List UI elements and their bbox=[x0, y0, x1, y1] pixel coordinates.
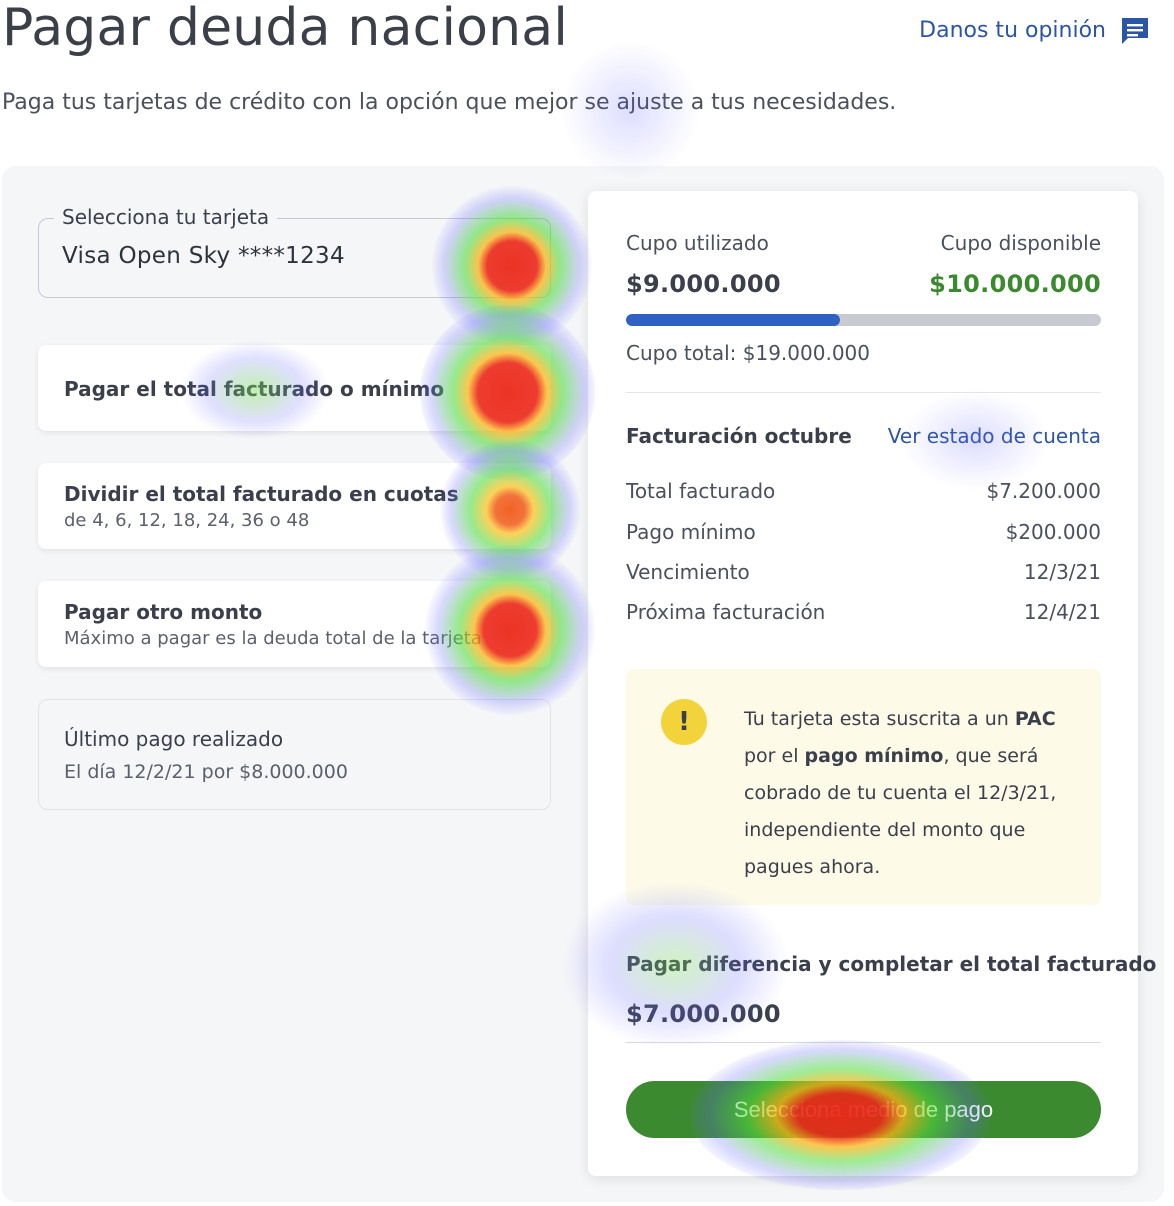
billing-row-label: Próxima facturación bbox=[626, 600, 826, 624]
page-title: Pagar deuda nacional bbox=[2, 0, 568, 58]
last-payment-detail: El día 12/2/21 por $8.000.000 bbox=[64, 761, 348, 783]
option-title: Pagar el total facturado o mínimo bbox=[64, 377, 445, 401]
statement-link[interactable]: Ver estado de cuenta bbox=[860, 424, 1101, 448]
billing-title: Facturación octubre bbox=[626, 424, 852, 448]
last-payment-title: Último pago realizado bbox=[64, 727, 284, 751]
option-title: Dividir el total facturado en cuotas bbox=[64, 482, 459, 506]
option-subtitle: Máximo a pagar es la deuda total de la t… bbox=[64, 628, 482, 649]
divider bbox=[626, 1042, 1101, 1043]
warning-icon: ! bbox=[661, 699, 707, 745]
difference-label: Pagar diferencia y completar el total fa… bbox=[626, 952, 1157, 976]
pac-notice-text: Tu tarjeta esta suscrita a un PAC por el… bbox=[744, 708, 1057, 878]
billing-row-value: 12/3/21 bbox=[1023, 560, 1101, 584]
select-payment-method-button[interactable]: Selecciona medio de pago bbox=[626, 1081, 1101, 1138]
credit-usage-fill bbox=[626, 314, 840, 326]
billing-row-label: Vencimiento bbox=[626, 560, 750, 584]
available-credit-value: $10.000.000 bbox=[929, 270, 1101, 298]
used-credit-label: Cupo utilizado bbox=[626, 231, 769, 255]
billing-row-label: Total facturado bbox=[626, 479, 776, 503]
billing-row-value: 12/4/21 bbox=[1023, 600, 1101, 624]
feedback-link[interactable]: Danos tu opinión bbox=[919, 16, 1150, 44]
used-credit-value: $9.000.000 bbox=[626, 270, 781, 298]
option-subtitle: de 4, 6, 12, 18, 24, 36 o 48 bbox=[64, 510, 310, 531]
billing-row-value: $200.000 bbox=[1005, 520, 1101, 544]
option-title: Pagar otro monto bbox=[64, 600, 263, 624]
option-pay-total-or-minimum[interactable]: Pagar el total facturado o mínimo bbox=[38, 345, 551, 431]
feedback-icon bbox=[1120, 16, 1150, 44]
card-select-value[interactable]: Visa Open Sky ****1234 bbox=[62, 243, 345, 269]
available-credit-label: Cupo disponible bbox=[940, 231, 1101, 255]
card-select-label: Selecciona tu tarjeta bbox=[54, 205, 278, 229]
difference-amount: $7.000.000 bbox=[626, 1000, 781, 1028]
option-other-amount[interactable]: Pagar otro monto Máximo a pagar es la de… bbox=[38, 581, 551, 667]
credit-usage-bar bbox=[626, 314, 1101, 326]
billing-row-value: $7.200.000 bbox=[986, 479, 1101, 503]
total-credit-label: Cupo total: $19.000.000 bbox=[626, 341, 870, 365]
feedback-label: Danos tu opinión bbox=[919, 17, 1106, 43]
option-split-installments[interactable]: Dividir el total facturado en cuotas de … bbox=[38, 463, 551, 549]
divider bbox=[626, 392, 1101, 393]
billing-row-label: Pago mínimo bbox=[626, 520, 756, 544]
last-payment-card: Último pago realizado El día 12/2/21 por… bbox=[38, 699, 551, 810]
page-subtitle: Paga tus tarjetas de crédito con la opci… bbox=[2, 90, 897, 115]
